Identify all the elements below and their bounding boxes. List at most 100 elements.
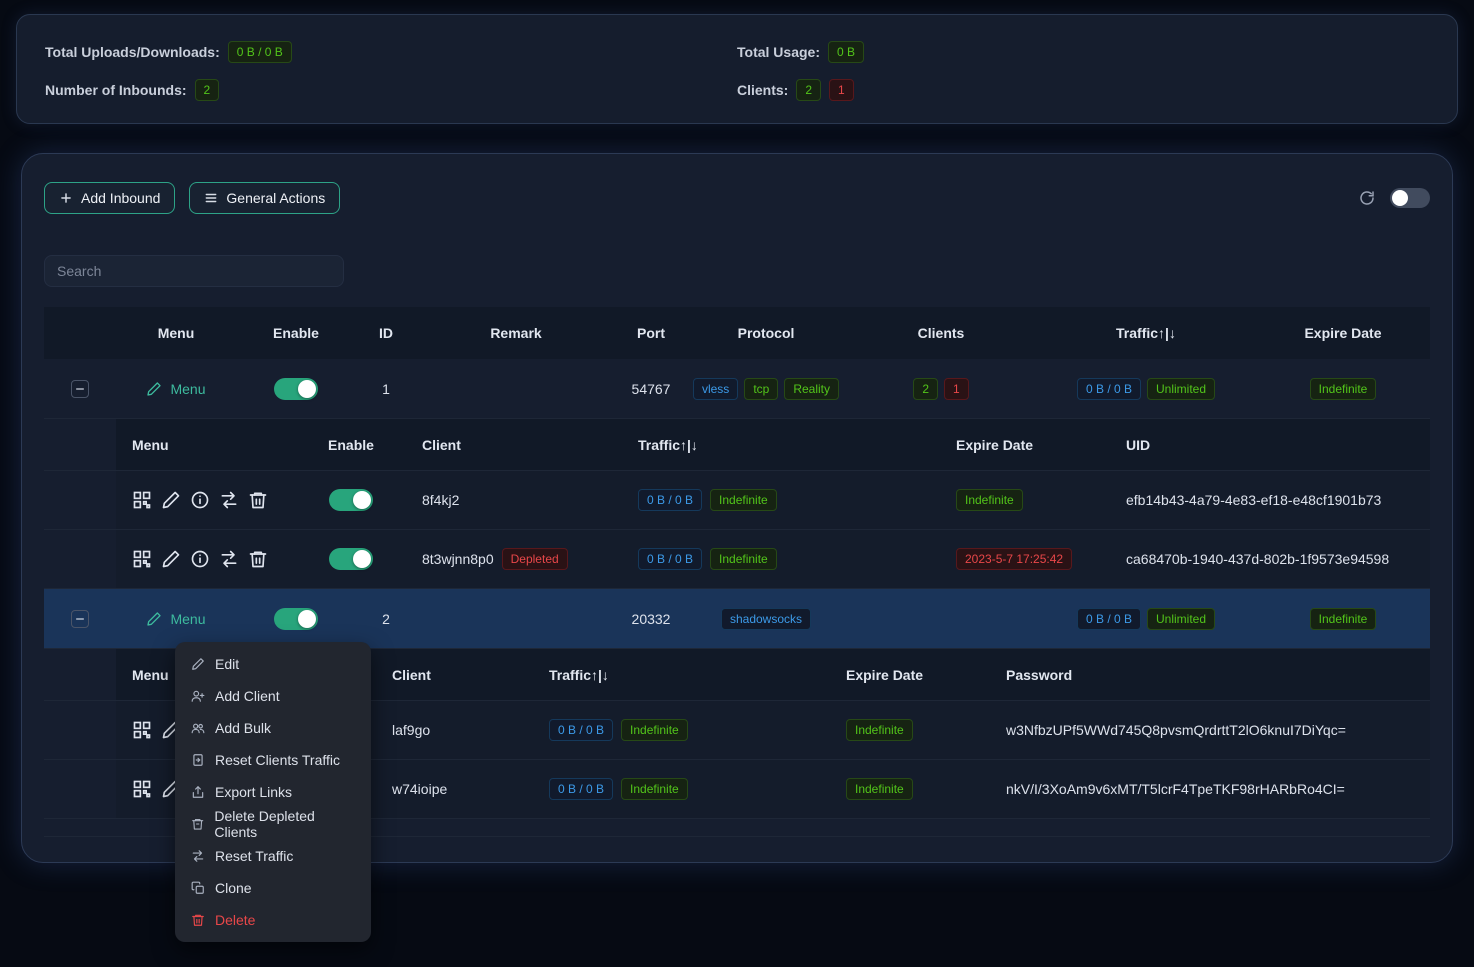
menu-item-label: Export Links <box>215 784 292 800</box>
client-expire: Indefinite <box>946 471 1126 529</box>
subheader-menu: Menu <box>116 419 306 470</box>
menu-item-delete-depleted-clients[interactable]: Delete Depleted Clients <box>175 808 371 840</box>
minus-icon <box>75 384 85 394</box>
subheader-client: Client <box>386 649 546 700</box>
inbound-menu-button[interactable]: Menu <box>146 381 205 397</box>
client-row-8t3wjnn8p0: 8t3wjnn8p0 Depleted 0 B / 0 B Indefinite… <box>44 530 1430 589</box>
inbound-menu-button[interactable]: Menu <box>146 611 205 627</box>
inbound-port: 54767 <box>616 359 686 418</box>
enable-switch[interactable] <box>274 378 318 400</box>
header-clients: Clients <box>846 307 1036 359</box>
inbound-id: 1 <box>356 359 416 418</box>
qr-code-icon[interactable] <box>132 779 152 799</box>
edit-icon <box>191 657 205 671</box>
delete-client-icon[interactable] <box>248 490 268 510</box>
client-traffic: 0 B / 0 B Indefinite <box>606 471 946 529</box>
subheader-traffic[interactable]: Traffic↑|↓ <box>606 419 946 470</box>
enable-switch[interactable] <box>274 608 318 630</box>
inbounds-label: Number of Inbounds: <box>45 82 187 98</box>
reset-traffic-icon[interactable] <box>219 490 239 510</box>
menu-item-export-links[interactable]: Export Links <box>175 776 371 808</box>
indent-cell <box>44 649 116 700</box>
info-icon[interactable] <box>190 549 210 569</box>
menu-item-label: Reset Traffic <box>215 848 293 864</box>
usage-label: Total Usage: <box>737 44 820 60</box>
inbound-protocol-tags: vless tcp Reality <box>686 359 846 418</box>
traffic-badge: 0 B / 0 B <box>549 778 613 800</box>
usage-value-badge: 0 B <box>828 41 864 63</box>
inbound-menu-label: Menu <box>170 611 205 627</box>
menu-item-delete[interactable]: Delete <box>175 904 371 936</box>
edit-client-icon[interactable] <box>161 490 181 510</box>
menu-item-edit[interactable]: Edit <box>175 648 371 680</box>
subheader-enable: Enable <box>306 419 396 470</box>
traffic-badge: 0 B / 0 B <box>638 548 702 570</box>
clients-active-badge: 2 <box>796 79 821 101</box>
edit-icon <box>146 381 162 397</box>
reset-traffic-icon[interactable] <box>219 549 239 569</box>
qr-code-icon[interactable] <box>132 490 152 510</box>
add-inbound-button[interactable]: Add Inbound <box>44 182 175 214</box>
inbounds-value-badge: 2 <box>195 79 220 101</box>
expire-badge: Indefinite <box>1310 378 1377 400</box>
menu-item-reset-traffic[interactable]: Reset Traffic <box>175 840 371 872</box>
refresh-icon[interactable] <box>1358 189 1376 207</box>
menu-item-clone[interactable]: Clone <box>175 872 371 904</box>
clients-depleted-badge: 1 <box>829 79 854 101</box>
general-actions-button[interactable]: General Actions <box>189 182 340 214</box>
client-row-8f4kj2: 8f4kj2 0 B / 0 B Indefinite Indefinite e… <box>44 471 1430 530</box>
search-input[interactable] <box>44 255 344 287</box>
menu-item-label: Reset Clients Traffic <box>215 752 340 768</box>
toolbar-left: Add Inbound General Actions <box>44 182 340 214</box>
inbound-id: 2 <box>356 589 416 648</box>
uploads-value-badge: 0 B / 0 B <box>228 41 292 63</box>
client-traffic: 0 B / 0 B Indefinite <box>546 760 846 818</box>
traffic-badge: 0 B / 0 B <box>549 719 613 741</box>
header-traffic[interactable]: Traffic↑|↓ <box>1036 307 1256 359</box>
client-name: laf9go <box>386 701 546 759</box>
subheader-traffic[interactable]: Traffic↑|↓ <box>546 649 846 700</box>
expire-badge: Indefinite <box>1310 608 1377 630</box>
edit-client-icon[interactable] <box>161 549 181 569</box>
client-name: w74ioipe <box>386 760 546 818</box>
info-icon[interactable] <box>190 490 210 510</box>
client-enable-switch[interactable] <box>329 489 373 511</box>
expire-badge: Indefinite <box>846 719 913 741</box>
stat-total-usage: Total Usage: 0 B <box>737 41 1429 63</box>
client-enable-switch[interactable] <box>329 548 373 570</box>
dark-mode-toggle[interactable] <box>1390 188 1430 208</box>
traffic-limit-badge: Indefinite <box>710 548 777 570</box>
inbound-remark <box>416 359 616 418</box>
menu-item-label: Add Bulk <box>215 720 271 736</box>
plus-icon <box>59 191 73 205</box>
indent-cell <box>44 701 116 759</box>
delete-client-icon[interactable] <box>248 549 268 569</box>
inbound-clients-count: 2 1 <box>846 359 1036 418</box>
client-name: 8t3wjnn8p0 <box>422 551 494 567</box>
subheader-client: Client <box>396 419 606 470</box>
inbound-remark <box>416 589 616 648</box>
add-bulk-icon <box>191 721 205 735</box>
inbound-expire: Indefinite <box>1256 359 1430 418</box>
clients-label: Clients: <box>737 82 788 98</box>
qr-code-icon[interactable] <box>132 549 152 569</box>
collapse-row-button[interactable] <box>71 380 89 398</box>
clients-depleted-badge: 1 <box>944 378 969 400</box>
inbound-port: 20332 <box>616 589 686 648</box>
menu-item-reset-clients-traffic[interactable]: Reset Clients Traffic <box>175 744 371 776</box>
qr-code-icon[interactable] <box>132 720 152 740</box>
menu-item-add-client[interactable]: Add Client <box>175 680 371 712</box>
inbound-row-1: Menu 1 54767 vless tcp Reality 2 1 0 B /… <box>44 359 1430 419</box>
minus-icon <box>75 614 85 624</box>
collapse-row-button[interactable] <box>71 610 89 628</box>
header-expire-date: Expire Date <box>1256 307 1430 359</box>
subheader-expire: Expire Date <box>846 649 1006 700</box>
client-uid: efb14b43-4a79-4e83-ef18-e48cf1901b73 <box>1126 471 1430 529</box>
list-icon <box>204 191 218 205</box>
inbound-protocol-tags: shadowsocks <box>686 589 846 648</box>
client-expire: Indefinite <box>846 701 1006 759</box>
client-password: nkV/I/3XoAm9v6xMT/T5lcrF4TpeTKF98rHARbRo… <box>1006 760 1430 818</box>
menu-item-add-bulk[interactable]: Add Bulk <box>175 712 371 744</box>
stats-card: Total Uploads/Downloads: 0 B / 0 B Total… <box>16 14 1458 124</box>
add-inbound-label: Add Inbound <box>81 190 160 206</box>
